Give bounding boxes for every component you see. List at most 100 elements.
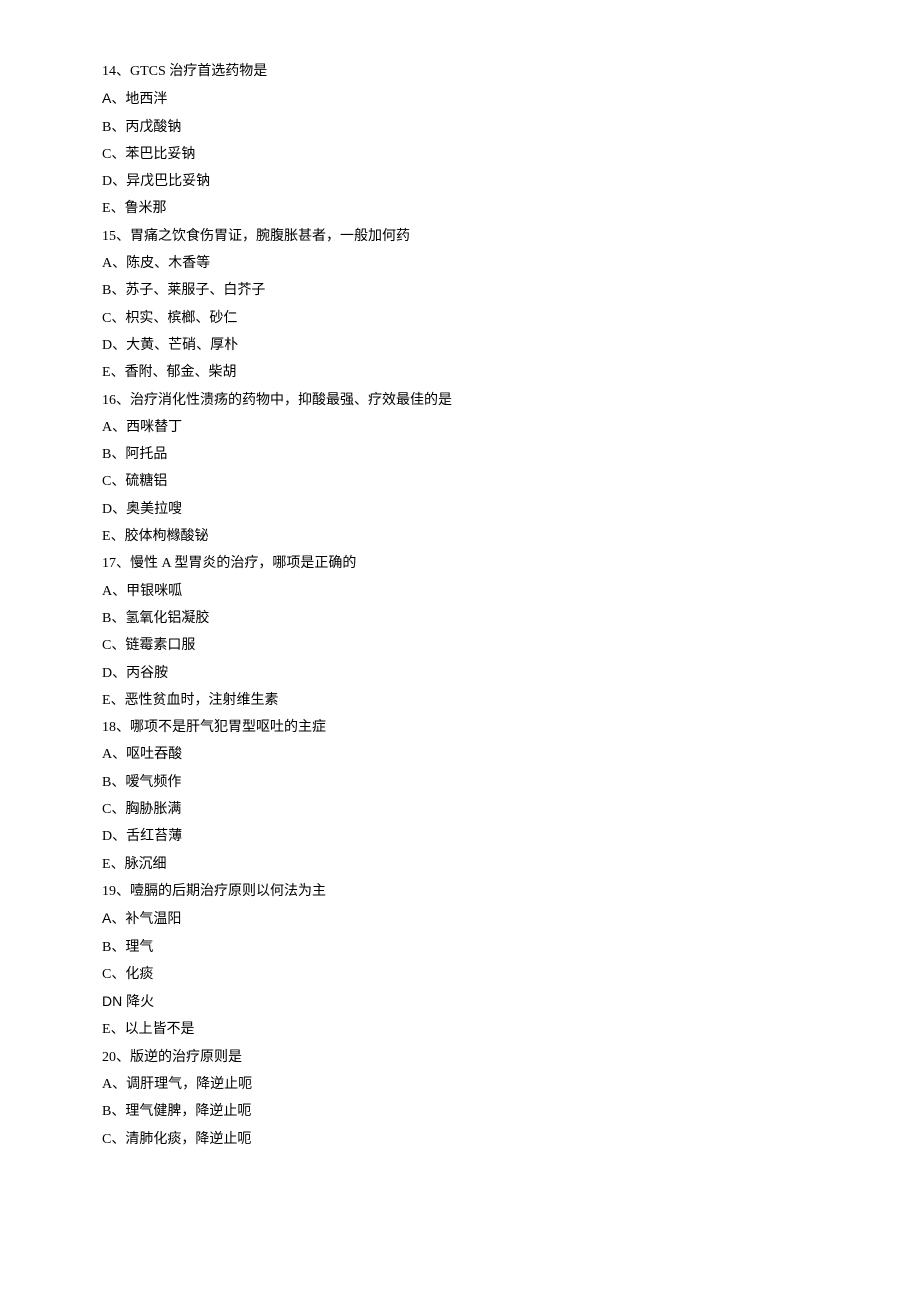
- question-option: B、理气: [102, 934, 920, 961]
- option-letter: E: [102, 201, 111, 216]
- option-separator: 、: [111, 638, 125, 653]
- option-separator: 、: [111, 693, 125, 708]
- option-text: 氢氧化铝凝胶: [125, 611, 209, 626]
- option-letter: E: [102, 529, 111, 544]
- option-letter: D: [102, 174, 112, 189]
- option-letter: B: [102, 283, 111, 298]
- option-separator: 、: [112, 666, 126, 681]
- option-separator: 、: [112, 420, 126, 435]
- option-text: 丙戊酸钠: [125, 120, 181, 135]
- question-option: E、胶体枸橼酸铋: [102, 523, 920, 550]
- option-text: 胶体枸橼酸铋: [125, 529, 209, 544]
- question-option: C、硫糖铝: [102, 468, 920, 495]
- option-letter: DN: [102, 993, 126, 1009]
- option-separator: 、: [111, 529, 125, 544]
- option-separator: 、: [111, 611, 125, 626]
- question-option: D、奥美拉嗖: [102, 496, 920, 523]
- option-separator: 、: [112, 502, 126, 517]
- option-text: 嗳气频作: [125, 775, 181, 790]
- question-option: C、清肺化痰，降逆止呃: [102, 1126, 920, 1153]
- question-option: A、调肝理气，降逆止呃: [102, 1071, 920, 1098]
- option-separator: 、: [111, 283, 125, 298]
- question-stem: 18、哪项不是肝气犯胃型呕吐的主症: [102, 714, 920, 741]
- question-option: D、丙谷胺: [102, 660, 920, 687]
- option-separator: 、: [111, 92, 125, 107]
- question-option: C、胸胁胀满: [102, 796, 920, 823]
- option-text: 补气温阳: [125, 912, 181, 927]
- option-letter: B: [102, 940, 111, 955]
- option-text: 地西泮: [125, 92, 167, 107]
- option-letter: A: [102, 90, 111, 106]
- option-text: 化痰: [125, 967, 153, 982]
- question-stem: 19、噎膈的后期治疗原则以何法为主: [102, 878, 920, 905]
- option-separator: 、: [111, 967, 125, 982]
- option-separator: 、: [112, 829, 126, 844]
- option-letter: C: [102, 967, 111, 982]
- option-letter: D: [102, 666, 112, 681]
- option-text: 鲁米那: [125, 201, 167, 216]
- option-letter: A: [102, 420, 112, 435]
- option-letter: A: [102, 747, 112, 762]
- option-separator: 、: [112, 256, 126, 271]
- option-text: 链霉素口服: [125, 638, 195, 653]
- option-letter: E: [102, 857, 111, 872]
- option-text: 降火: [126, 995, 154, 1010]
- option-text: 甲银咪呱: [126, 584, 182, 599]
- question-option: E、恶性贫血时，注射维生素: [102, 687, 920, 714]
- option-separator: 、: [111, 120, 125, 135]
- question-option: E、以上皆不是: [102, 1016, 920, 1043]
- option-text: 理气健脾，降逆止呃: [125, 1104, 251, 1119]
- question-option: B、氢氧化铝凝胶: [102, 605, 920, 632]
- option-text: 苏子、莱服子、白芥子: [125, 283, 265, 298]
- option-separator: 、: [111, 802, 125, 817]
- question-option: B、丙戊酸钠: [102, 114, 920, 141]
- question-stem: 20、版逆的治疗原则是: [102, 1044, 920, 1071]
- question-stem: 16、治疗消化性溃疡的药物中，抑酸最强、疗效最佳的是: [102, 387, 920, 414]
- question-option: E、香附、郁金、柴胡: [102, 359, 920, 386]
- question-option: A、陈皮、木香等: [102, 250, 920, 277]
- question-option: B、嗳气频作: [102, 769, 920, 796]
- question-option: D、大黄、芒硝、厚朴: [102, 332, 920, 359]
- question-option: DN 降火: [102, 988, 920, 1016]
- option-text: 丙谷胺: [126, 666, 168, 681]
- question-option: B、阿托品: [102, 441, 920, 468]
- option-separator: 、: [111, 1104, 125, 1119]
- question-option: C、化痰: [102, 961, 920, 988]
- option-text: 苯巴比妥钠: [125, 147, 195, 162]
- question-stem: 15、胃痛之饮食伤胃证，腕腹胀甚者，一般加何药: [102, 223, 920, 250]
- option-text: 大黄、芒硝、厚朴: [126, 338, 238, 353]
- option-letter: E: [102, 365, 111, 380]
- option-separator: 、: [111, 474, 125, 489]
- option-letter: D: [102, 502, 112, 517]
- option-letter: C: [102, 1132, 111, 1147]
- option-letter: B: [102, 1104, 111, 1119]
- option-text: 呕吐吞酸: [126, 747, 182, 762]
- option-text: 以上皆不是: [125, 1022, 195, 1037]
- question-option: D、异戊巴比妥钠: [102, 168, 920, 195]
- option-separator: 、: [111, 147, 125, 162]
- option-text: 硫糖铝: [125, 474, 167, 489]
- option-text: 舌红苔薄: [126, 829, 182, 844]
- option-letter: A: [102, 910, 111, 926]
- option-letter: C: [102, 147, 111, 162]
- option-separator: 、: [111, 857, 125, 872]
- option-separator: 、: [111, 1132, 125, 1147]
- question-option: A、西咪替丁: [102, 414, 920, 441]
- question-option: C、枳实、槟榔、砂仁: [102, 305, 920, 332]
- option-separator: 、: [111, 1022, 125, 1037]
- option-separator: 、: [112, 174, 126, 189]
- question-option: E、脉沉细: [102, 851, 920, 878]
- question-option: D、舌红苔薄: [102, 823, 920, 850]
- option-text: 胸胁胀满: [125, 802, 181, 817]
- option-letter: B: [102, 120, 111, 135]
- option-letter: C: [102, 474, 111, 489]
- option-text: 理气: [125, 940, 153, 955]
- option-separator: 、: [111, 201, 125, 216]
- option-letter: C: [102, 311, 111, 326]
- option-letter: C: [102, 802, 111, 817]
- option-text: 奥美拉嗖: [126, 502, 182, 517]
- question-option: A、地西泮: [102, 85, 920, 113]
- option-text: 脉沉细: [125, 857, 167, 872]
- option-text: 清肺化痰，降逆止呃: [125, 1132, 251, 1147]
- option-letter: E: [102, 1022, 111, 1037]
